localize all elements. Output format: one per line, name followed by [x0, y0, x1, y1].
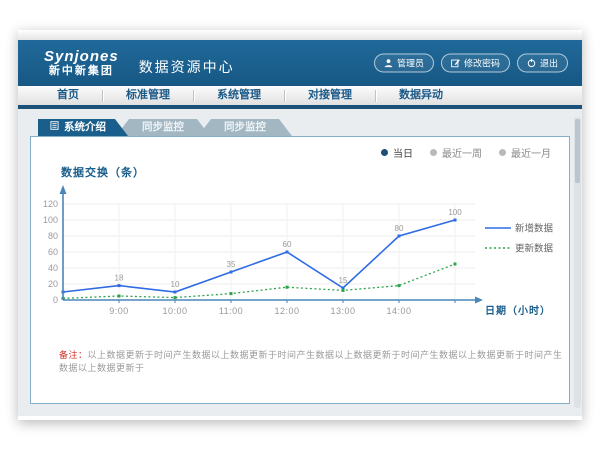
- range-option-last-week[interactable]: 最近一周: [430, 145, 482, 160]
- content-area: 系统介绍 同步监控 同步监控 当日 最近一周 最近一月 数据交换: [18, 109, 582, 416]
- tab-bar: 系统介绍 同步监控 同步监控: [38, 119, 570, 136]
- chart-y-axis-title: 数据交换（条）: [61, 164, 569, 180]
- range-option-today[interactable]: 当日: [381, 145, 413, 160]
- svg-text:日期（小时）: 日期（小时）: [485, 304, 551, 317]
- svg-text:120: 120: [43, 199, 58, 209]
- current-user-label: 管理员: [397, 57, 424, 70]
- logout-label: 退出: [540, 57, 558, 70]
- svg-text:更新数据: 更新数据: [515, 243, 554, 255]
- radio-icon: [430, 149, 437, 156]
- range-option-label: 最近一周: [442, 145, 482, 160]
- svg-text:15: 15: [339, 276, 348, 285]
- svg-text:100: 100: [448, 208, 462, 217]
- tab-label: 系统介绍: [64, 119, 106, 136]
- radio-selected-icon: [381, 149, 388, 156]
- edit-icon: [451, 59, 460, 68]
- svg-text:35: 35: [227, 260, 236, 269]
- user-menu: 管理员 修改密码 退出: [374, 54, 568, 73]
- change-password-label: 修改密码: [464, 57, 500, 70]
- range-option-label: 当日: [393, 145, 413, 160]
- svg-text:40: 40: [48, 263, 58, 273]
- svg-text:11:00: 11:00: [219, 306, 243, 316]
- main-nav: 首页 标准管理 系统管理 对接管理 数据异动: [18, 86, 582, 109]
- user-icon: [384, 59, 393, 68]
- company-logo: Synjones 新中新集团: [44, 49, 119, 78]
- radio-icon: [499, 149, 506, 156]
- page-title: 数据资源中心: [139, 57, 235, 77]
- svg-text:10:00: 10:00: [162, 306, 187, 316]
- svg-text:新增数据: 新增数据: [515, 223, 554, 235]
- range-option-last-month[interactable]: 最近一月: [499, 145, 551, 160]
- nav-item-interface-mgmt[interactable]: 对接管理: [285, 84, 375, 107]
- tab-system-intro[interactable]: 系统介绍: [38, 119, 128, 136]
- svg-text:20: 20: [48, 279, 58, 289]
- document-icon: [50, 119, 59, 136]
- scrollbar-thumb[interactable]: [575, 119, 580, 183]
- range-option-label: 最近一月: [511, 145, 551, 160]
- window-top-strip: [18, 30, 582, 40]
- svg-text:13:00: 13:00: [330, 306, 355, 316]
- logo-brand-text: Synjones: [44, 49, 119, 66]
- svg-text:0: 0: [53, 295, 58, 305]
- svg-text:18: 18: [115, 274, 124, 283]
- logout-icon: [527, 59, 536, 68]
- svg-text:80: 80: [395, 224, 404, 233]
- tab-sync-monitor-2[interactable]: 同步监控: [198, 119, 292, 136]
- change-password-button[interactable]: 修改密码: [441, 54, 510, 73]
- vertical-scrollbar[interactable]: [574, 117, 581, 408]
- nav-item-data-change[interactable]: 数据异动: [376, 84, 466, 107]
- svg-text:9:00: 9:00: [109, 306, 129, 316]
- svg-text:60: 60: [283, 240, 292, 249]
- tab-sync-monitor-1[interactable]: 同步监控: [116, 119, 210, 136]
- app-header: Synjones 新中新集团 数据资源中心 管理员 修改密码 退出: [18, 40, 582, 86]
- svg-text:10: 10: [171, 280, 180, 289]
- range-filter: 当日 最近一周 最近一月: [31, 145, 569, 160]
- logo-company-name: 新中新集团: [44, 65, 119, 77]
- line-chart: 18 10 35 60 15 80 100 0 20 40 60 80 100 120 9:00 10:00 1…: [33, 182, 573, 332]
- logout-button[interactable]: 退出: [517, 54, 568, 73]
- current-user-button[interactable]: 管理员: [374, 54, 434, 73]
- svg-text:100: 100: [43, 215, 58, 225]
- note-label: 备注：: [59, 350, 88, 360]
- nav-item-system-mgmt[interactable]: 系统管理: [194, 84, 284, 107]
- app-window: Synjones 新中新集团 数据资源中心 管理员 修改密码 退出: [18, 30, 582, 420]
- note-text: 以上数据更新于时间产生数据以上数据更新于时间产生数据以上数据更新于时间产生数据以…: [59, 350, 563, 373]
- nav-item-home[interactable]: 首页: [34, 84, 102, 107]
- svg-text:80: 80: [48, 231, 58, 241]
- svg-text:12:00: 12:00: [274, 306, 299, 316]
- footer-note: 备注：以上数据更新于时间产生数据以上数据更新于时间产生数据以上数据更新于时间产生…: [59, 348, 569, 374]
- svg-text:60: 60: [48, 247, 58, 257]
- svg-text:14:00: 14:00: [386, 306, 411, 316]
- nav-item-standard-mgmt[interactable]: 标准管理: [103, 84, 193, 107]
- chart-panel: 当日 最近一周 最近一月 数据交换（条） 18 10 35 60 15 80 100 0 20 4…: [30, 136, 570, 404]
